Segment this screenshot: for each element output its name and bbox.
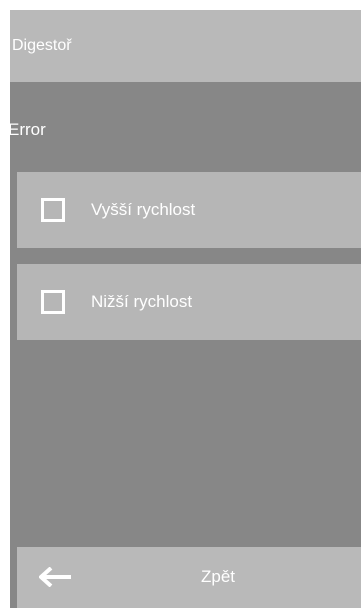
option-label: Vyšší rychlost <box>91 200 196 219</box>
back-label: Zpět <box>201 567 236 586</box>
status-text: Error <box>10 120 46 139</box>
screen: Digestoř Error Vyšší rychlost Nižší rych… <box>10 10 361 608</box>
checkbox-lower-speed[interactable] <box>41 290 65 314</box>
header-bar: Digestoř <box>10 10 361 82</box>
page-title: Digestoř <box>12 37 72 54</box>
option-higher-speed[interactable]: Vyšší rychlost <box>17 172 361 248</box>
back-button[interactable]: Zpět <box>17 547 361 608</box>
checkbox-higher-speed[interactable] <box>41 198 65 222</box>
arrow-left-icon <box>39 567 71 587</box>
option-label: Nižší rychlost <box>91 292 193 311</box>
option-lower-speed[interactable]: Nižší rychlost <box>17 264 361 340</box>
